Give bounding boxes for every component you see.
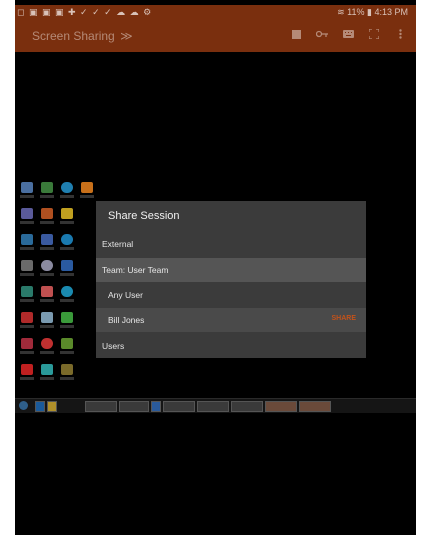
row-team-user-team[interactable]: Team: User Team [96,258,366,282]
taskbar-item[interactable] [85,401,117,412]
status-bar: ◻ ▣ ▣ ▣ ✚ ✓ ✓ ✓ ☁ ☁ ⚙ ≋ 11% ▮ 4:13 PM [15,5,416,20]
desktop-icon[interactable] [19,234,35,256]
app-bar: Screen Sharing ≫ [15,20,416,52]
desktop-icon[interactable] [59,260,75,282]
row-label: Team: User Team [102,265,169,275]
row-any-user[interactable]: Any User [96,283,366,307]
row-bill-jones[interactable]: Bill Jones SHARE [96,308,366,332]
taskbar-item[interactable] [47,401,57,412]
share-button[interactable]: SHARE [331,315,356,322]
desktop-icon[interactable] [39,338,55,360]
clock: 4:13 PM [374,7,408,17]
key-icon[interactable] [316,28,328,40]
taskbar-item[interactable] [197,401,229,412]
desktop-icon[interactable] [19,286,35,308]
desktop-icon[interactable] [19,182,35,204]
start-button[interactable] [19,401,28,410]
app-title-label: Screen Sharing [32,29,115,43]
taskbar-item[interactable] [151,401,161,412]
desktop-icon[interactable] [19,260,35,282]
desktop-icon[interactable] [39,286,55,308]
remote-taskbar [15,398,416,413]
battery-level: 11% [347,7,365,17]
row-label: External [102,239,134,249]
desktop-icon[interactable] [59,234,75,256]
desktop-icon[interactable] [39,364,55,386]
desktop-icon[interactable] [39,182,55,204]
taskbar-item[interactable] [231,401,263,412]
desktop-icon[interactable] [59,182,75,204]
taskbar-item[interactable] [265,401,297,412]
desktop-icon[interactable] [59,208,75,230]
app-actions [290,28,406,40]
keyboard-icon[interactable] [342,28,354,40]
desktop-icon[interactable] [59,364,75,386]
row-label: Any User [108,290,143,300]
desktop-icon[interactable] [59,312,75,334]
row-external[interactable]: External [96,232,366,256]
taskbar-item[interactable] [163,401,195,412]
taskbar-item[interactable] [35,401,45,412]
more-vert-icon[interactable] [394,28,406,40]
wifi-icon: ≋ [337,7,345,17]
desktop-icon[interactable] [79,182,95,204]
taskbar-item[interactable] [299,401,331,412]
desktop-icon[interactable] [39,234,55,256]
desktop-icon[interactable] [19,338,35,360]
desktop-icon[interactable] [19,208,35,230]
desktop-icon[interactable] [39,208,55,230]
share-session-dialog: Share Session External Team: User Team A… [96,201,366,358]
status-right: ≋ 11% ▮ 4:13 PM [337,7,408,18]
stop-icon[interactable] [290,28,302,40]
row-label: Users [102,341,125,351]
desktop-icon[interactable] [59,338,75,360]
desktop-icon[interactable] [39,260,55,282]
battery-icon: ▮ [367,7,372,17]
device-screen: ◻ ▣ ▣ ▣ ✚ ✓ ✓ ✓ ☁ ☁ ⚙ ≋ 11% ▮ 4:13 PM Sc… [15,0,416,535]
taskbar-item[interactable] [119,401,149,412]
dialog-title: Share Session [108,210,180,222]
app-title[interactable]: Screen Sharing ≫ [32,29,133,43]
chevron-right-icon: ≫ [120,29,133,43]
desktop-icon[interactable] [59,286,75,308]
notification-icons: ◻ ▣ ▣ ▣ ✚ ✓ ✓ ✓ ☁ ☁ ⚙ [17,7,153,17]
desktop-icon[interactable] [19,312,35,334]
fullscreen-icon[interactable] [368,28,380,40]
row-users[interactable]: Users [96,334,366,358]
row-label: Bill Jones [108,315,145,325]
desktop-icon[interactable] [39,312,55,334]
desktop-icon[interactable] [19,364,35,386]
